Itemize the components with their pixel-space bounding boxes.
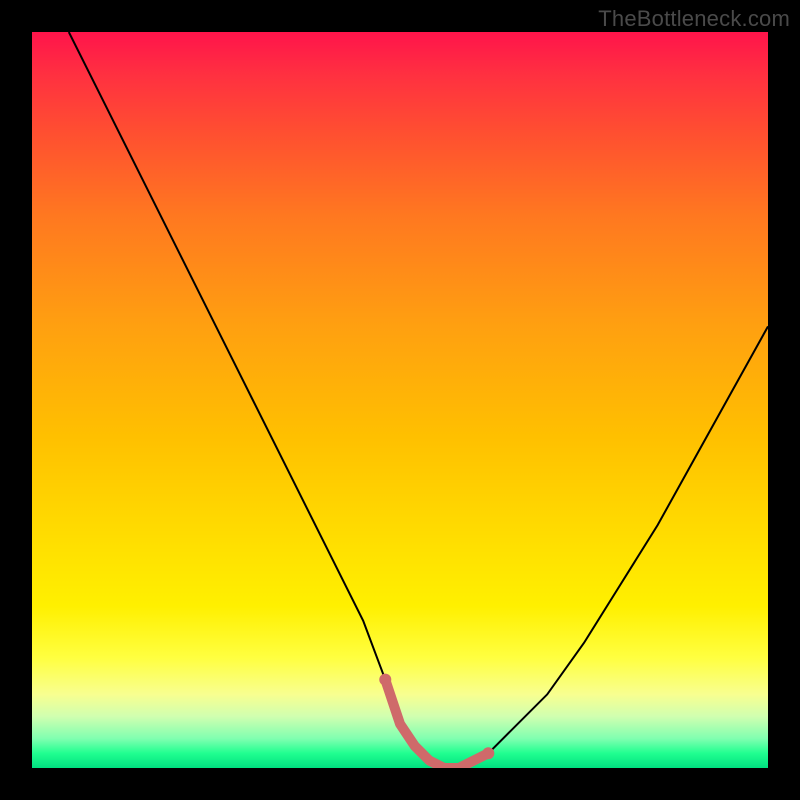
bottleneck-curve <box>32 32 768 768</box>
plot-area <box>32 32 768 768</box>
watermark-text: TheBottleneck.com <box>598 6 790 32</box>
marker-dot <box>482 747 494 759</box>
curve-path-group <box>69 32 768 768</box>
curve-path <box>69 32 768 768</box>
chart-container: TheBottleneck.com <box>0 0 800 800</box>
marker-segment <box>385 680 488 768</box>
marker-dot <box>379 674 391 686</box>
marker-group <box>379 674 494 768</box>
